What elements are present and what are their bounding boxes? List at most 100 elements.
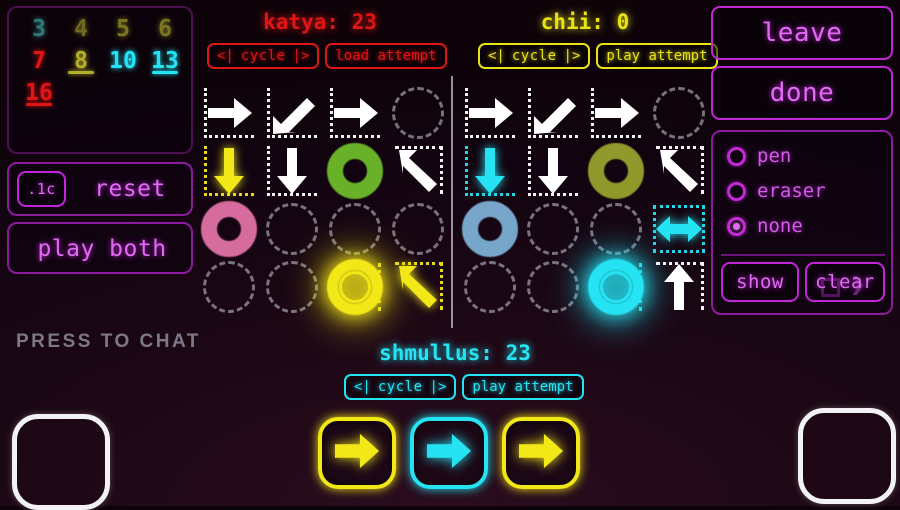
grid-cell-arrow-left-right[interactable] — [647, 200, 710, 258]
chii-play-attempt-button[interactable]: play attempt — [596, 43, 718, 69]
player-shmullus-controls: <| cycle |> play attempt — [344, 374, 584, 400]
cell-marker — [590, 263, 642, 311]
shmullus-play-attempt-button[interactable]: play attempt — [462, 374, 584, 400]
numbers-panel: 3 4 5 6 7 8 10 13 16 — [7, 6, 193, 154]
tool-label-pen: pen — [757, 145, 792, 167]
number-cell[interactable]: 8 — [60, 46, 102, 76]
grid-cell-ring[interactable] — [197, 200, 260, 258]
chat-pad-left[interactable] — [12, 414, 110, 510]
grid-cell-arrow-up[interactable] — [647, 258, 710, 316]
arrow-down-left-icon — [526, 86, 580, 140]
arrow-down-left-icon — [265, 86, 319, 140]
grid-cell-arrow-down[interactable] — [260, 142, 323, 200]
grid-chii[interactable] — [458, 84, 710, 316]
grid-cell-arrow-down[interactable] — [197, 142, 260, 200]
tool-option-eraser[interactable]: eraser — [727, 180, 826, 202]
arrow-down-icon — [202, 144, 256, 198]
speed-button[interactable]: .1c — [17, 171, 66, 207]
reset-button[interactable]: reset — [73, 169, 187, 209]
grid-cell-arrow-down-left[interactable] — [521, 84, 584, 142]
arrow-right-icon — [328, 86, 382, 140]
arrow-down-icon — [265, 144, 319, 198]
empty-slot-icon — [328, 203, 381, 255]
cycle-prev-icon[interactable]: <| — [217, 48, 234, 64]
number-cell[interactable]: 3 — [18, 14, 60, 44]
show-button[interactable]: show — [721, 262, 799, 302]
empty-slot-icon — [391, 203, 444, 255]
cycle-next-icon[interactable]: |> — [430, 379, 447, 395]
grid-cell-arrow-right[interactable] — [458, 84, 521, 142]
ring-icon — [587, 143, 644, 199]
player-katya-name: katya: 23 — [263, 10, 377, 34]
tool-panel: pen eraser none ❯ show clear — [711, 130, 893, 315]
radio-pen[interactable] — [727, 146, 746, 166]
grid-cell-empty[interactable] — [386, 84, 449, 142]
number-cell[interactable]: 13 — [144, 46, 186, 76]
clear-button[interactable]: clear — [805, 262, 885, 302]
grid-cell-arrow-right[interactable] — [197, 84, 260, 142]
grid-cell-ring[interactable] — [584, 142, 647, 200]
arrow-right-icon — [423, 428, 475, 478]
grid-cell-empty[interactable] — [260, 258, 323, 316]
chat-pad-right[interactable] — [798, 408, 896, 504]
arrow-down-icon — [463, 144, 517, 198]
katya-load-attempt-button[interactable]: load attempt — [325, 43, 447, 69]
grid-cell-arrow-down-left[interactable] — [260, 84, 323, 142]
katya-cycle-button[interactable]: <| cycle |> — [207, 43, 320, 69]
play-both-button[interactable]: play both — [15, 228, 189, 270]
grid-cell-ring[interactable] — [323, 142, 386, 200]
grid-cell-empty[interactable] — [197, 258, 260, 316]
shmullus-cycle-button[interactable]: <| cycle |> — [344, 374, 457, 400]
press-to-chat-label: PRESS TO CHAT — [16, 331, 201, 352]
grid-katya[interactable] — [197, 84, 449, 316]
grid-cell-ring[interactable] — [458, 200, 521, 258]
player-katya-controls: <| cycle |> load attempt — [207, 43, 447, 69]
number-cell[interactable]: 5 — [102, 14, 144, 44]
tool-label-eraser: eraser — [757, 180, 826, 202]
grid-cell-ring[interactable] — [323, 258, 386, 316]
arrow-up-left-icon — [391, 260, 445, 314]
grid-cell-arrow-down[interactable] — [521, 142, 584, 200]
numbers-grid: 3 4 5 6 7 8 10 13 16 — [18, 14, 186, 108]
empty-slot-icon — [265, 203, 318, 255]
grid-cell-empty[interactable] — [260, 200, 323, 258]
cycle-next-icon[interactable]: |> — [293, 48, 310, 64]
arrow-right-icon — [515, 428, 567, 478]
radio-none[interactable] — [727, 216, 746, 236]
action-button-1[interactable] — [318, 417, 396, 489]
chii-cycle-button[interactable]: <| cycle |> — [478, 43, 591, 69]
grid-cell-arrow-down[interactable] — [458, 142, 521, 200]
cycle-prev-icon[interactable]: <| — [354, 379, 371, 395]
cycle-next-icon[interactable]: |> — [564, 48, 581, 64]
cycle-prev-icon[interactable]: <| — [488, 48, 505, 64]
grid-cell-arrow-up-left[interactable] — [647, 142, 710, 200]
grid-cell-empty[interactable] — [521, 200, 584, 258]
empty-slot-icon — [265, 261, 318, 313]
action-button-2[interactable] — [410, 417, 488, 489]
grid-cell-arrow-up-left[interactable] — [386, 258, 449, 316]
tool-option-none[interactable]: none — [727, 215, 803, 237]
grid-cell-ring[interactable] — [584, 258, 647, 316]
empty-slot-icon — [526, 203, 579, 255]
number-cell[interactable]: 6 — [144, 14, 186, 44]
number-cell[interactable]: 7 — [18, 46, 60, 76]
tool-option-pen[interactable]: pen — [727, 145, 791, 167]
number-cell[interactable]: 16 — [18, 78, 60, 108]
grid-cell-empty[interactable] — [386, 200, 449, 258]
grid-cell-arrow-right[interactable] — [323, 84, 386, 142]
grid-cell-empty[interactable] — [521, 258, 584, 316]
done-button[interactable]: done — [711, 66, 893, 120]
arrow-right-icon — [202, 86, 256, 140]
number-cell[interactable]: 10 — [102, 46, 144, 76]
grid-cell-empty[interactable] — [323, 200, 386, 258]
number-cell[interactable]: 4 — [60, 14, 102, 44]
action-button-3[interactable] — [502, 417, 580, 489]
cycle-label: cycle — [377, 379, 423, 395]
grid-cell-empty[interactable] — [584, 200, 647, 258]
grid-cell-arrow-right[interactable] — [584, 84, 647, 142]
grid-cell-empty[interactable] — [458, 258, 521, 316]
leave-button[interactable]: leave — [711, 6, 893, 60]
grid-cell-arrow-up-left[interactable] — [386, 142, 449, 200]
grid-cell-empty[interactable] — [647, 84, 710, 142]
radio-eraser[interactable] — [727, 181, 746, 201]
